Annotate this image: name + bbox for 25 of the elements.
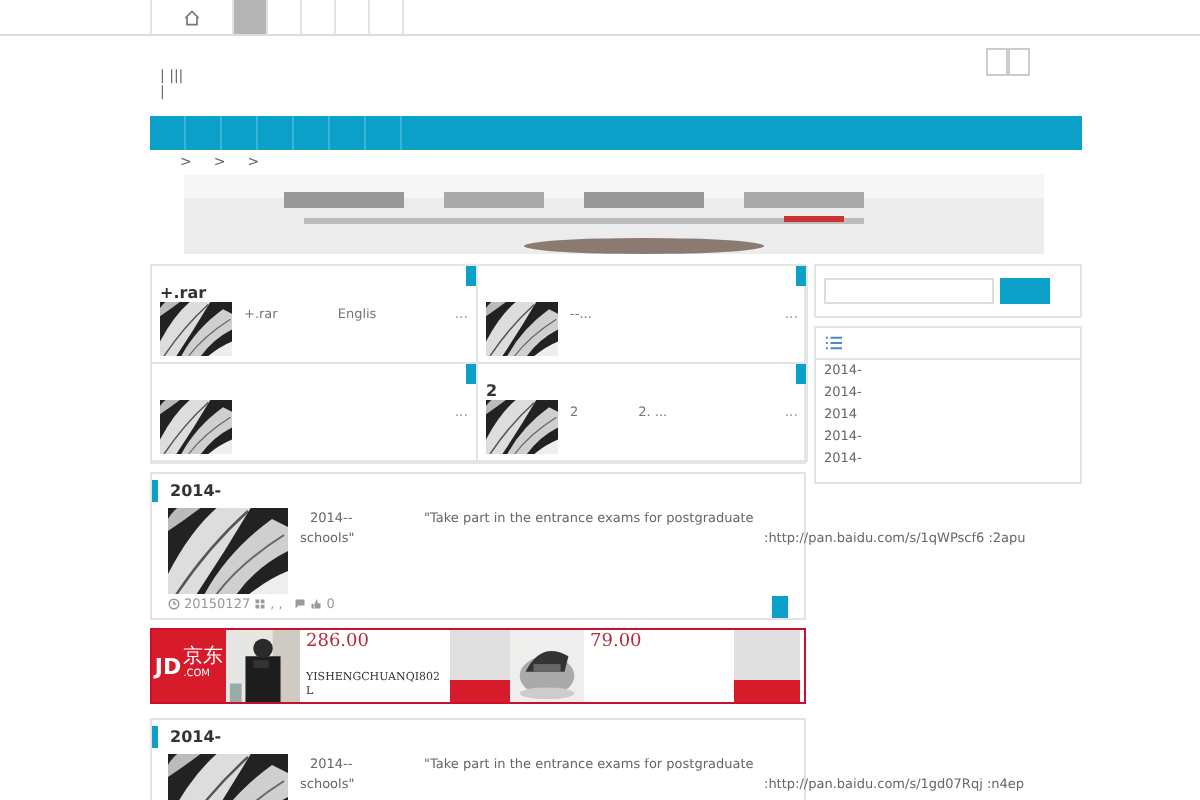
corner-mark — [772, 596, 788, 618]
corner-mark — [466, 364, 476, 384]
corner-mark — [796, 266, 806, 286]
post-title[interactable]: 2014- — [152, 480, 804, 502]
price-text: 79.00 — [590, 632, 644, 652]
clock-icon — [168, 598, 180, 610]
list-icon — [826, 336, 842, 350]
search-field[interactable] — [824, 278, 994, 304]
corner-mark — [796, 364, 806, 384]
ad-block — [450, 630, 510, 702]
price-text: 286.00 — [306, 632, 371, 652]
logo-text: JD — [154, 653, 182, 679]
squares-icon — [986, 48, 1030, 76]
logo-text: 京东 — [183, 648, 224, 666]
grid-icon — [254, 598, 267, 610]
thumbs-up-icon — [310, 598, 323, 610]
ad-block — [734, 630, 800, 702]
search-button[interactable] — [1000, 278, 1050, 304]
nav-tab[interactable] — [234, 0, 268, 34]
corner-mark — [466, 266, 476, 286]
home-icon — [182, 7, 202, 27]
post-title[interactable]: 2014- — [152, 726, 804, 748]
card-title[interactable]: +.rar — [160, 284, 468, 302]
comment-icon — [294, 598, 307, 610]
card-title[interactable]: 2 — [486, 382, 798, 400]
